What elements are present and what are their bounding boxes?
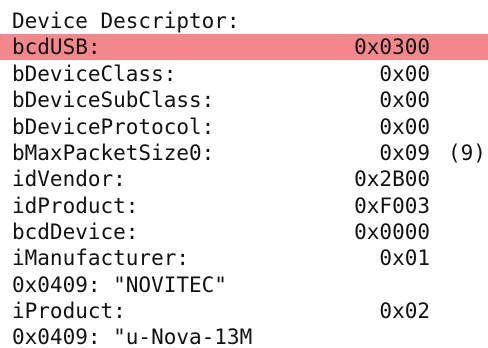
field-label: bMaxPacketSize0: — [12, 141, 215, 165]
row-imanufacturer[interactable]: iManufacturer: 0x01 — [0, 245, 488, 271]
row-bcdusb[interactable]: bcdUSB: 0x0300 — [0, 34, 488, 60]
descriptor-title-line: Device Descriptor: — [0, 8, 488, 34]
field-decimal-value: (9) — [448, 141, 486, 165]
row-idproduct[interactable]: idProduct: 0xF003 — [0, 193, 488, 219]
field-value: 0xF003 — [354, 194, 430, 218]
descriptor-title: Device Descriptor: — [12, 9, 240, 33]
row-bdeviceclass[interactable]: bDeviceClass: 0x00 — [0, 61, 488, 87]
product-string: 0x0409: "u-Nova-13M — [12, 325, 253, 348]
manufacturer-string: 0x0409: "NOVITEC" — [12, 273, 227, 297]
device-descriptor-panel: Device Descriptor: bcdUSB: 0x0300 bDevic… — [0, 0, 488, 348]
row-bdevicesubclass[interactable]: bDeviceSubClass: 0x00 — [0, 87, 488, 113]
field-value: 0x01 — [379, 246, 430, 270]
field-value: 0x00 — [379, 88, 430, 112]
field-label: iProduct: — [12, 299, 126, 323]
field-value: 0x02 — [379, 299, 430, 323]
row-bcddevice[interactable]: bcdDevice: 0x0000 — [0, 219, 488, 245]
field-value: 0x0000 — [354, 220, 430, 244]
row-idvendor[interactable]: idVendor: 0x2B00 — [0, 166, 488, 192]
row-manufacturer-string[interactable]: 0x0409: "NOVITEC" — [0, 272, 488, 298]
field-label: bcdUSB: — [12, 35, 101, 59]
row-bdeviceprotocol[interactable]: bDeviceProtocol: 0x00 — [0, 114, 488, 140]
row-product-string[interactable]: 0x0409: "u-Nova-13M — [0, 324, 488, 348]
field-label: bDeviceClass: — [12, 62, 177, 86]
field-label: idProduct: — [12, 194, 139, 218]
field-label: bcdDevice: — [12, 220, 139, 244]
field-value: 0x0300 — [354, 35, 430, 59]
field-value: 0x00 — [379, 62, 430, 86]
field-value: 0x00 — [379, 115, 430, 139]
field-label: idVendor: — [12, 167, 126, 191]
row-bmaxpacketsize0[interactable]: bMaxPacketSize0: 0x09 (9) — [0, 140, 488, 166]
row-iproduct[interactable]: iProduct: 0x02 — [0, 298, 488, 324]
field-label: bDeviceSubClass: — [12, 88, 215, 112]
field-label: iManufacturer: — [12, 246, 190, 270]
field-value: 0x2B00 — [354, 167, 430, 191]
field-label: bDeviceProtocol: — [12, 115, 215, 139]
field-value: 0x09 — [379, 141, 430, 165]
